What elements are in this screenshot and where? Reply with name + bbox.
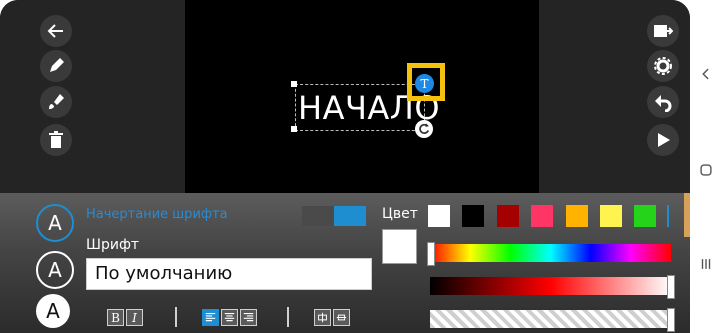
swatch-scroll-indicator xyxy=(667,205,669,227)
left-toolbar-panel xyxy=(0,0,185,193)
align-center-icon xyxy=(224,312,235,322)
hue-slider-handle[interactable] xyxy=(427,242,435,266)
undo-icon xyxy=(655,95,672,112)
recents-icon xyxy=(701,259,710,269)
export-button[interactable] xyxy=(647,15,679,47)
color-swatch[interactable] xyxy=(428,205,450,227)
style-letter: A xyxy=(48,258,62,282)
color-label: Цвет xyxy=(382,206,418,222)
style-option-outline[interactable]: A xyxy=(36,204,74,242)
layout-icon-2 xyxy=(336,314,347,321)
bold-button[interactable]: B xyxy=(107,309,124,326)
export-video-icon xyxy=(654,25,673,37)
nav-recents-button[interactable] xyxy=(690,256,721,275)
trash-icon xyxy=(49,131,63,148)
color-swatch[interactable] xyxy=(497,205,519,227)
font-style-toggle[interactable] xyxy=(302,206,366,226)
style-option-filled[interactable]: A xyxy=(36,294,70,328)
text-edit-badge[interactable]: T xyxy=(415,74,434,93)
align-left-icon xyxy=(205,312,216,322)
opacity-slider-handle[interactable] xyxy=(667,308,675,332)
opacity-slider[interactable] xyxy=(430,310,671,328)
resize-handle-bottom-left[interactable] xyxy=(291,126,297,132)
color-swatch[interactable] xyxy=(566,205,588,227)
font-label: Шрифт xyxy=(86,237,140,253)
brush-button[interactable] xyxy=(40,86,72,118)
layout-button-1[interactable] xyxy=(314,309,331,326)
align-center-button[interactable] xyxy=(221,309,238,326)
style-option-shadow[interactable]: A xyxy=(36,251,74,289)
layout-button-2[interactable] xyxy=(333,309,350,326)
rotate-icon xyxy=(419,123,430,134)
layout-icon-1 xyxy=(318,312,327,323)
play-icon xyxy=(658,133,670,147)
align-right-icon xyxy=(243,312,254,322)
toggle-off-part xyxy=(302,206,334,226)
style-letter: A xyxy=(48,211,62,235)
section-title: Начертание шрифта xyxy=(86,207,228,222)
layout-buttons xyxy=(314,309,352,327)
selected-color-preview xyxy=(382,229,417,264)
resize-handle-top-left[interactable] xyxy=(291,81,297,87)
brush-icon xyxy=(49,94,64,109)
shade-slider[interactable] xyxy=(430,277,671,295)
color-swatch[interactable] xyxy=(600,205,622,227)
nav-back-button[interactable] xyxy=(690,66,721,85)
align-left-button[interactable] xyxy=(202,309,219,326)
style-letter: A xyxy=(46,299,60,323)
back-icon xyxy=(47,24,63,38)
undo-button[interactable] xyxy=(647,86,679,118)
color-swatch[interactable] xyxy=(634,205,656,227)
separator xyxy=(287,307,289,327)
play-button[interactable] xyxy=(647,124,679,156)
chevron-left-icon xyxy=(701,68,709,80)
nav-home-button[interactable] xyxy=(690,162,721,181)
separator xyxy=(175,307,177,327)
color-swatch[interactable] xyxy=(531,205,553,227)
back-button[interactable] xyxy=(40,15,72,47)
font-select[interactable]: По умолчанию xyxy=(86,258,372,290)
shade-slider-handle[interactable] xyxy=(667,275,675,299)
pencil-icon xyxy=(50,58,64,72)
align-buttons xyxy=(202,309,259,327)
rotate-handle[interactable] xyxy=(415,120,433,138)
color-swatch[interactable] xyxy=(462,205,484,227)
settings-button[interactable] xyxy=(647,50,679,82)
delete-button[interactable] xyxy=(40,124,72,156)
system-navigation-bar xyxy=(690,0,721,333)
italic-button[interactable]: I xyxy=(126,309,143,326)
format-buttons: B I xyxy=(107,309,145,327)
toggle-on-part xyxy=(334,206,366,226)
home-icon xyxy=(699,164,712,176)
edit-button[interactable] xyxy=(40,50,72,82)
align-right-button[interactable] xyxy=(240,309,257,326)
hue-slider[interactable] xyxy=(430,244,671,262)
gear-icon xyxy=(654,57,672,75)
